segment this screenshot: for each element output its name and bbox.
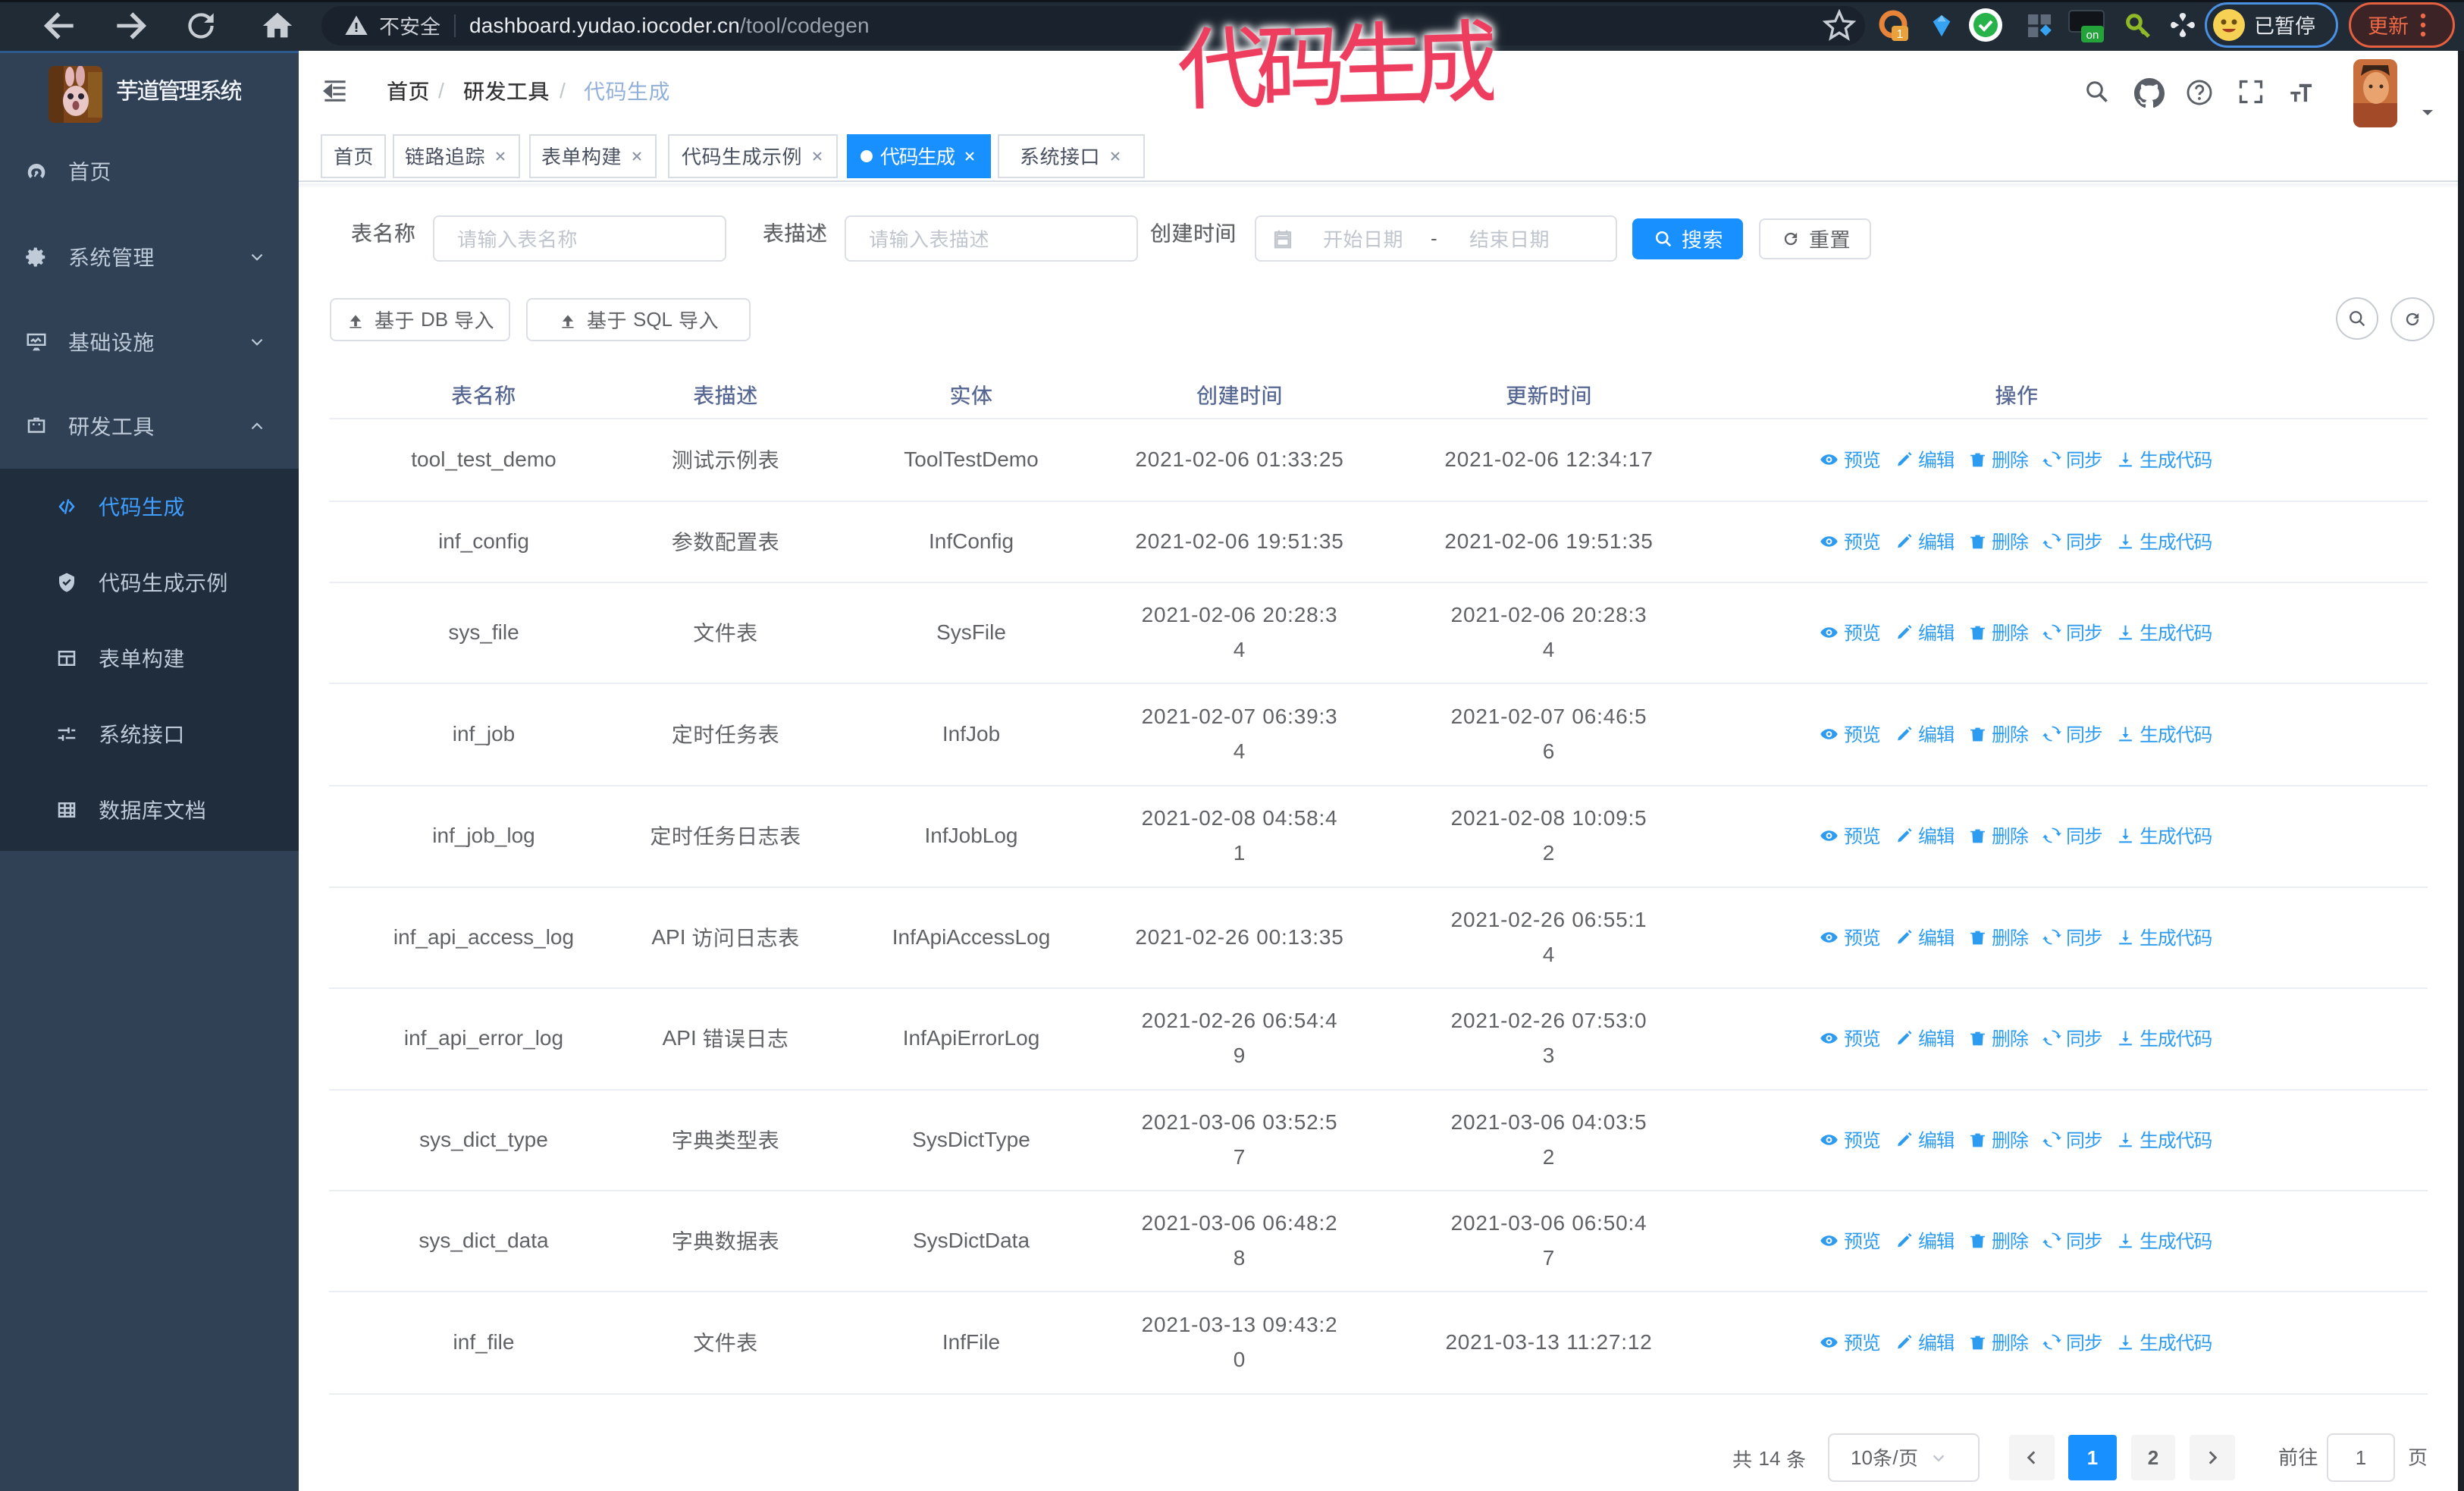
svg-text:1: 1 bbox=[1897, 28, 1904, 41]
svg-text:on: on bbox=[2086, 29, 2099, 42]
